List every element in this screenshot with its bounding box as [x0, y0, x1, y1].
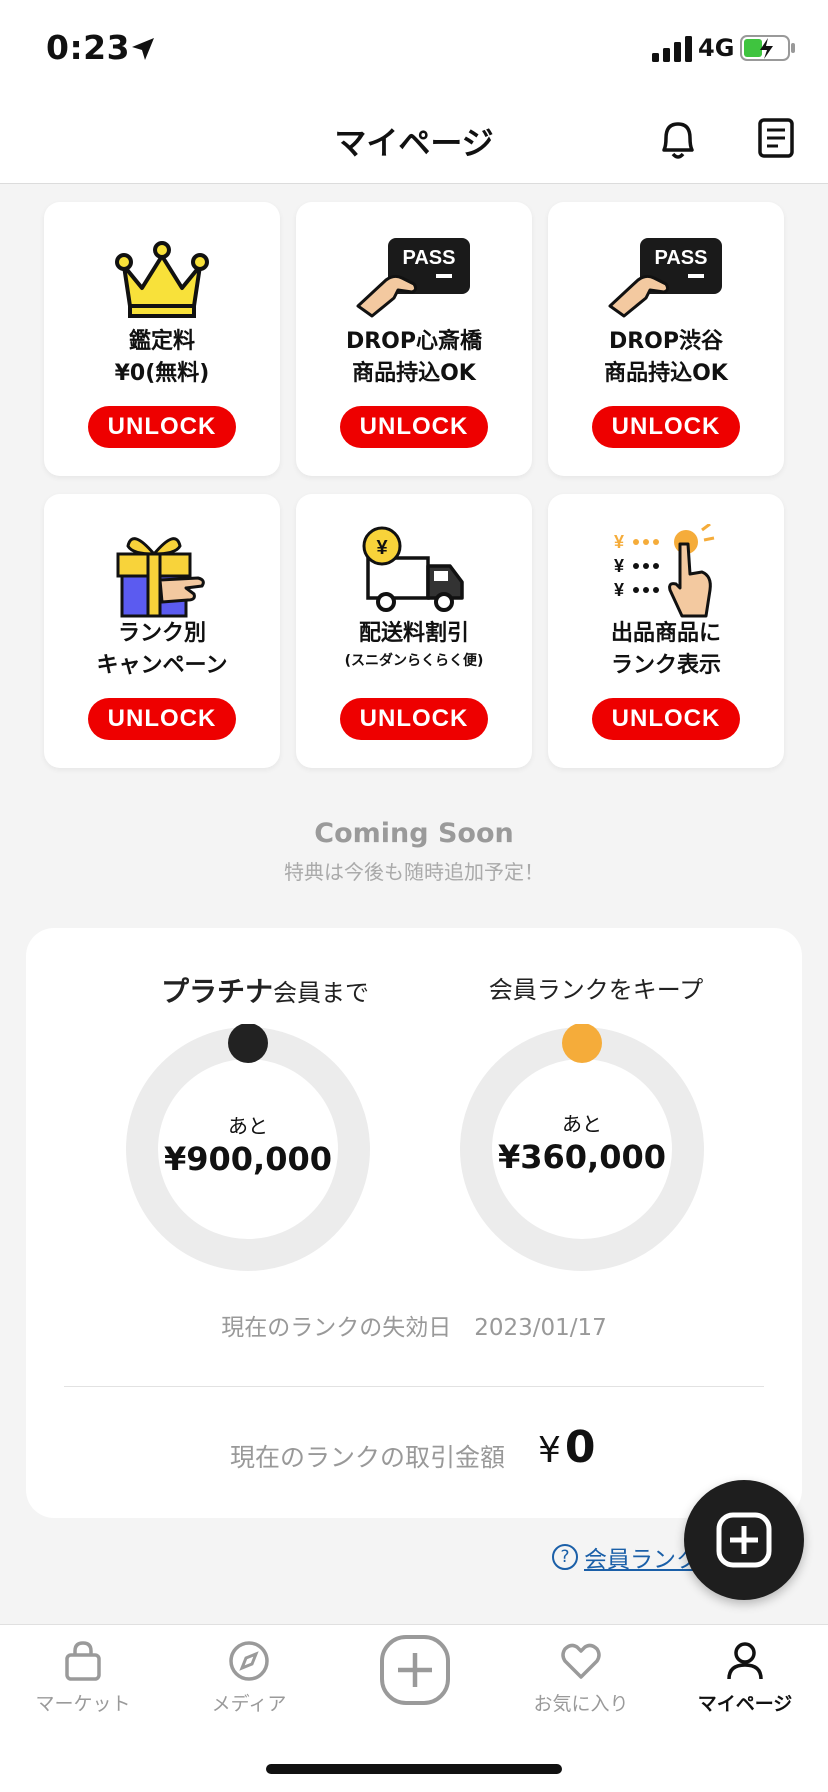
ring-remaining-amount: ¥900,000 — [163, 1140, 332, 1178]
benefit-card: PASS DROP渋谷 商品持込OK UNLOCK — [548, 202, 784, 476]
tab-post[interactable] — [332, 1633, 498, 1707]
home-indicator — [266, 1764, 562, 1774]
divider — [64, 1386, 764, 1387]
rank-expiry: 現在のランクの失効日 2023/01/17 — [221, 1315, 607, 1341]
shopping-bag-icon — [65, 1641, 101, 1681]
benefit-subtitle: (スニダンらくらく便) — [344, 653, 484, 669]
benefit-card: ¥ ¥ ¥ 出品商品に ランク表示 UNLOCK — [548, 494, 784, 768]
ring-label-platinum: プラチナ会員まで — [160, 975, 369, 1008]
benefit-card: ¥ 配送料割引 (スニダンらくらく便) UNLOCK — [296, 494, 532, 768]
status-bar: 0:23 4G — [0, 0, 828, 96]
svg-text:¥: ¥ — [376, 537, 388, 559]
svg-text:PASS: PASS — [403, 247, 456, 269]
compass-icon — [229, 1641, 269, 1681]
status-time: 0:23 — [46, 28, 131, 67]
person-icon — [727, 1642, 763, 1680]
rank-help-link-text: 会員ランク — [584, 1547, 699, 1573]
plus-circle-icon — [716, 1512, 772, 1568]
coming-soon-title: Coming Soon — [314, 818, 514, 849]
pass-card-icon: PASS — [608, 238, 722, 318]
heart-icon — [561, 1643, 601, 1679]
tab-label: お気に入り — [533, 1693, 629, 1715]
floating-add-button[interactable] — [684, 1480, 804, 1600]
tab-mypage[interactable]: マイページ — [662, 1639, 828, 1716]
svg-text:¥: ¥ — [614, 580, 624, 600]
document-icon[interactable] — [756, 116, 796, 160]
unlock-button[interactable]: UNLOCK — [88, 698, 236, 740]
tab-label: マーケット — [35, 1693, 131, 1715]
signal-icon — [652, 36, 692, 62]
unlock-button[interactable]: UNLOCK — [592, 698, 740, 740]
crown-icon — [115, 241, 209, 318]
transaction-amount: ¥0 — [538, 1422, 596, 1473]
rank-help-link[interactable]: ? 会員ランク — [552, 1540, 699, 1574]
tab-market[interactable]: マーケット — [0, 1639, 166, 1716]
coming-soon-subtitle: 特典は今後も随時追加予定！ — [284, 860, 544, 884]
question-circle-icon: ? — [552, 1544, 578, 1570]
benefit-title: 鑑定料 ¥0(無料) — [114, 329, 210, 386]
ring-remaining-label: あと — [562, 1112, 602, 1136]
pass-card-icon: PASS — [356, 238, 470, 318]
location-arrow-icon — [132, 38, 154, 60]
benefit-title: ランク別 キャンペーン — [96, 621, 228, 678]
unlock-button[interactable]: UNLOCK — [88, 406, 236, 448]
svg-text:¥: ¥ — [614, 532, 624, 552]
ring-remaining-amount: ¥360,000 — [497, 1138, 666, 1176]
benefit-card: 鑑定料 ¥0(無料) UNLOCK — [44, 202, 280, 476]
benefit-title: DROP渋谷 商品持込OK — [604, 329, 728, 386]
svg-text:¥: ¥ — [614, 556, 624, 576]
price-tap-icon: ¥ ¥ ¥ — [614, 524, 715, 618]
page-title: マイページ — [334, 124, 494, 162]
unlock-button[interactable]: UNLOCK — [592, 406, 740, 448]
rank-progress-card: プラチナ会員まで 会員ランクをキープ あと ¥900,000 あと ¥360,0… — [26, 928, 802, 1518]
plus-circle-icon — [380, 1635, 450, 1705]
battery-charging-icon — [740, 35, 795, 61]
ring-remaining-label: あと — [228, 1114, 268, 1138]
unlock-button[interactable]: UNLOCK — [340, 406, 488, 448]
transaction-amount-label: 現在のランクの取引金額 — [230, 1443, 506, 1472]
tab-favorites[interactable]: お気に入り — [498, 1639, 664, 1716]
benefit-title: 出品商品に ランク表示 — [610, 621, 721, 678]
tab-label: マイページ — [697, 1693, 793, 1715]
bell-icon[interactable] — [656, 116, 700, 162]
tab-label: メディア — [211, 1693, 287, 1715]
ring-label-keep: 会員ランクをキープ — [488, 976, 704, 1004]
benefit-title: 配送料割引 (スニダンらくらく便) — [296, 618, 532, 672]
benefit-card: PASS DROP心斎橋 商品持込OK UNLOCK — [296, 202, 532, 476]
svg-text:PASS: PASS — [655, 247, 708, 269]
truck-icon: ¥ — [362, 526, 464, 612]
tab-media[interactable]: メディア — [166, 1639, 332, 1716]
benefit-title: DROP心斎橋 商品持込OK — [345, 329, 483, 386]
network-type: 4G — [698, 34, 735, 62]
page-header: マイページ — [0, 96, 828, 184]
gift-icon — [116, 537, 205, 618]
unlock-button[interactable]: UNLOCK — [340, 698, 488, 740]
benefit-card: ランク別 キャンペーン UNLOCK — [44, 494, 280, 768]
